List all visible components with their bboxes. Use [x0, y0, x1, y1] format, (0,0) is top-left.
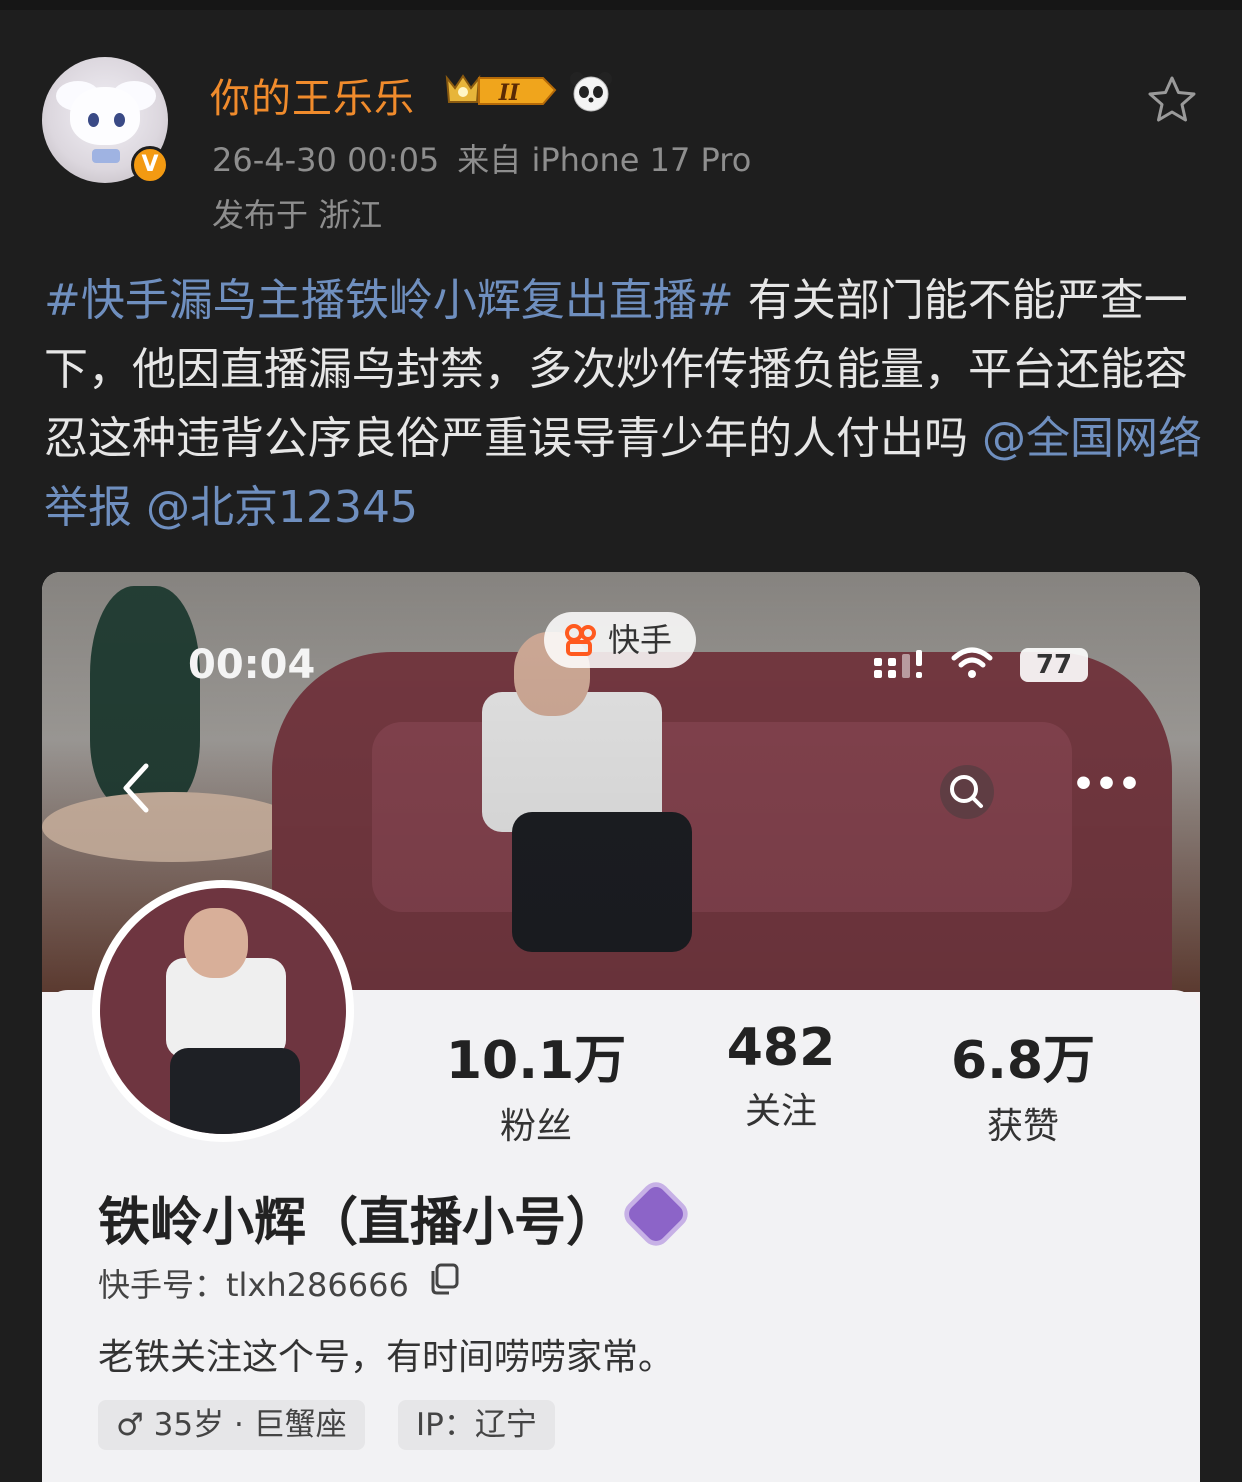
- profile-bio: 老铁关注这个号，有时间唠唠家常。: [98, 1337, 675, 1378]
- profile-avatar-head: [184, 908, 248, 978]
- status-time: 00:04: [188, 642, 316, 688]
- avatar-eye-right: [114, 113, 125, 127]
- level-badge-text: II: [498, 80, 520, 106]
- favorite-star-icon[interactable]: [1145, 73, 1199, 127]
- stat-fans-value: 10.1万: [445, 1031, 627, 1091]
- profile-avatar-legs: [170, 1048, 300, 1134]
- stat-following-label: 关注: [744, 1091, 817, 1132]
- stat-likes-label: 获赞: [986, 1106, 1059, 1147]
- profile-name: 铁岭小辉（直播小号）: [98, 1193, 619, 1253]
- kuaishou-app-name: 快手: [608, 621, 673, 659]
- post-location: 发布于 浙江: [212, 196, 383, 234]
- stat-fans-label: 粉丝: [499, 1106, 572, 1147]
- embedded-screenshot[interactable]: 00:04 快手 77 ••• 10.1万 粉丝 482 关注 6.8万 获赞 …: [42, 572, 1200, 1482]
- kuaishou-id: 快手号：tlxh286666: [98, 1266, 409, 1304]
- signal-icon: [874, 650, 922, 678]
- username[interactable]: 你的王乐乐: [210, 66, 415, 124]
- search-icon: [950, 775, 983, 808]
- back-arrow-icon[interactable]: [120, 762, 152, 814]
- avatar-eye-left: [88, 113, 99, 127]
- avatar-face: [70, 87, 140, 145]
- battery-indicator: 77: [1020, 648, 1088, 682]
- kuaishou-app-label: 快手: [544, 612, 696, 668]
- post-body: #快手漏鸟主播铁岭小辉复出直播# 有关部门能不能严查一下，他因直播漏鸟封禁，多次…: [44, 266, 1204, 542]
- stat-likes[interactable]: 6.8万 获赞: [913, 1018, 1133, 1149]
- profile-avatar[interactable]: [92, 880, 354, 1142]
- mention-link-2[interactable]: @北京12345: [146, 482, 418, 533]
- tag-ip-location: IP：辽宁: [398, 1400, 555, 1450]
- stat-likes-value: 6.8万: [950, 1031, 1096, 1091]
- post-source: 来自 iPhone 17 Pro: [457, 141, 752, 179]
- more-options-icon[interactable]: •••: [1072, 765, 1141, 819]
- copy-icon[interactable]: [428, 1262, 460, 1296]
- panda-icon: [570, 72, 612, 112]
- verified-v-icon: V: [131, 146, 169, 184]
- wifi-icon: [951, 647, 993, 678]
- avatar-bow: [92, 149, 120, 163]
- crown-level-icon: II: [445, 74, 557, 106]
- tag-age-zodiac: ♂ 35岁 · 巨蟹座: [98, 1400, 365, 1450]
- stat-following-value: 482: [726, 1018, 836, 1078]
- search-button[interactable]: [940, 765, 994, 819]
- post-meta: 26-4-30 00:05 来自 iPhone 17 Pro: [212, 135, 751, 181]
- stat-fans[interactable]: 10.1万 粉丝: [426, 1018, 646, 1149]
- stat-following[interactable]: 482 关注: [671, 1018, 891, 1134]
- post-timestamp: 26-4-30 00:05: [212, 141, 440, 179]
- kuaishou-logo-icon: [565, 624, 596, 656]
- top-divider: [0, 0, 1242, 10]
- hashtag-link[interactable]: #快手漏鸟主播铁岭小辉复出直播#: [44, 275, 734, 326]
